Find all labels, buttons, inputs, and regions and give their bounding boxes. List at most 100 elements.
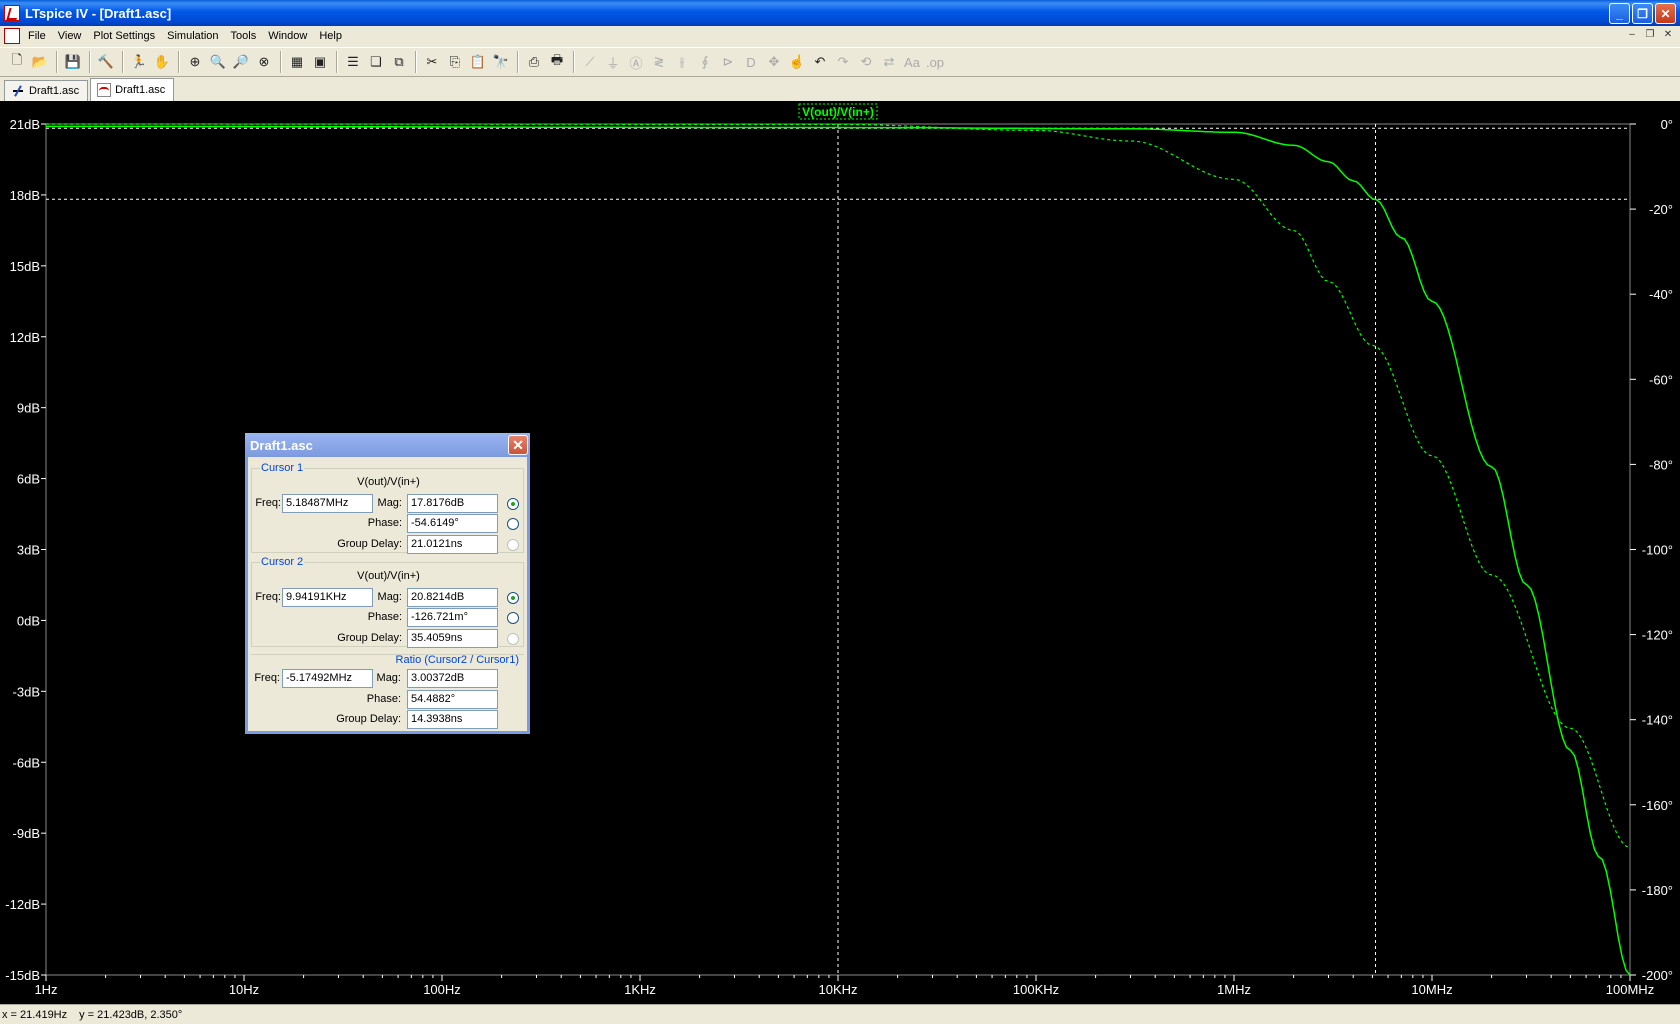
cursor1-mag-field[interactable]: 17.8176dB <box>407 494 498 513</box>
window-title: LTspice IV - [Draft1.asc] <box>25 5 172 21</box>
menu-help[interactable]: Help <box>313 30 348 42</box>
cursor1-mag-radio[interactable] <box>507 498 519 510</box>
print-setup-icon[interactable]: ⎙ <box>523 51 545 73</box>
halt-icon[interactable]: ✋ <box>151 51 173 73</box>
tab-schematic[interactable]: Draft1.asc <box>4 80 89 101</box>
ratio-gd-field[interactable]: 14.3938ns <box>407 710 498 729</box>
zoom-out-icon[interactable]: 🔎 <box>230 51 252 73</box>
cut-icon[interactable]: ✂ <box>421 51 443 73</box>
ratio-phase-field[interactable]: 54.4882° <box>407 690 498 709</box>
cursor2-gd-radio[interactable] <box>507 633 519 645</box>
paste-icon[interactable]: 📋 <box>467 51 489 73</box>
print-icon[interactable]: 🖶 <box>546 51 568 73</box>
menu-simulation[interactable]: Simulation <box>161 30 224 42</box>
tile-horizontal-icon[interactable]: ☰ <box>342 51 364 73</box>
find-icon[interactable]: 🔭 <box>490 51 512 73</box>
tab-label: Draft1.asc <box>115 84 166 96</box>
cursor2-freq-field[interactable]: 9.94191KHz <box>282 588 373 607</box>
control-panel-icon[interactable]: 🔨 <box>95 51 117 73</box>
rotate-icon[interactable]: ⟲ <box>855 51 877 73</box>
maximize-button[interactable]: ❐ <box>1632 3 1653 24</box>
zoom-area-icon[interactable]: ⊕ <box>184 51 206 73</box>
y-right-tick-label: -20° <box>1649 202 1673 217</box>
redo-icon[interactable]: ↷ <box>832 51 854 73</box>
toolbar-separator <box>56 51 58 73</box>
copy-icon[interactable]: ⎘ <box>444 51 466 73</box>
ratio-freq-field[interactable]: -5.17492MHz <box>282 669 373 688</box>
mdi-restore-button[interactable]: ❐ <box>1642 28 1658 42</box>
menu-bar: File View Plot Settings Simulation Tools… <box>0 26 1680 46</box>
autorange-icon[interactable]: ▦ <box>286 51 308 73</box>
y-right-tick-label: -120° <box>1642 628 1673 643</box>
x-tick-label: 1MHz <box>1217 982 1251 997</box>
cursor2-mag-radio[interactable] <box>507 592 519 604</box>
mdi-close-button[interactable]: ✕ <box>1660 28 1676 42</box>
undo-icon[interactable]: ↶ <box>809 51 831 73</box>
zoom-in-icon[interactable]: 🔍 <box>207 51 229 73</box>
spice-directive-icon[interactable]: .op <box>924 51 946 73</box>
label-icon[interactable]: Ⓐ <box>625 51 647 73</box>
resistor-icon[interactable]: ≷ <box>648 51 670 73</box>
cursor1-group: Cursor 1 V(out)/V(in+) Freq: 5.18487MHz … <box>251 462 524 554</box>
cascade-icon[interactable]: ❏ <box>365 51 387 73</box>
inductor-icon[interactable]: ∮ <box>694 51 716 73</box>
mark-data-icon[interactable]: ▣ <box>309 51 331 73</box>
move-icon[interactable]: ✥ <box>763 51 785 73</box>
zoom-fit-icon[interactable]: ⊗ <box>253 51 275 73</box>
cursor1-phase-label: Phase: <box>367 517 402 529</box>
menu-plot-settings[interactable]: Plot Settings <box>87 30 161 42</box>
status-y: y = 21.423dB, 2.350° <box>79 1008 183 1021</box>
toolbar-separator <box>89 51 91 73</box>
document-icon[interactable] <box>4 28 20 44</box>
tab-waveform[interactable]: Draft1.asc <box>90 78 175 101</box>
cursor1-phase-radio[interactable] <box>507 518 519 530</box>
new-schematic-icon[interactable]: 🗋 <box>6 51 28 73</box>
y-left-tick-label: -3dB <box>13 684 40 699</box>
y-left-tick-label: -15dB <box>5 968 40 983</box>
save-icon[interactable]: 💾 <box>62 51 84 73</box>
cursor2-phase-label: Phase: <box>367 611 402 623</box>
cursor2-gd-field[interactable]: 35.4059ns <box>407 629 498 648</box>
cursor2-mag-field[interactable]: 20.8214dB <box>407 588 498 607</box>
tile-vertical-icon[interactable]: ⧉ <box>388 51 410 73</box>
ratio-mag-field[interactable]: 3.00372dB <box>407 669 498 688</box>
menu-tools[interactable]: Tools <box>225 30 263 42</box>
menu-view[interactable]: View <box>52 30 88 42</box>
cursor1-gd-radio[interactable] <box>507 539 519 551</box>
cursor1-gd-field[interactable]: 21.0121ns <box>407 535 498 554</box>
mirror-icon[interactable]: ⇄ <box>878 51 900 73</box>
y-left-tick-label: -9dB <box>13 826 40 841</box>
cursor2-phase-field[interactable]: -126.721m° <box>407 608 498 627</box>
y-right-tick-label: -40° <box>1649 287 1673 302</box>
toolbar: 🗋 📂 💾 🔨 🏃 ✋ ⊕ 🔍 🔎 ⊗ ▦ ▣ ☰ ❏ ⧉ ✂ ⎘ 📋 🔭 ⎙ 🖶 ⟋ ⏚ Ⓐ ≷ ⫲ ∮ ⊳ D ✥ ☝ ↶ ↷ ⟲ ⇄ Aa .op <box>0 47 1680 77</box>
cursor2-mag-label: Mag: <box>377 591 402 603</box>
toolbar-separator <box>573 51 575 73</box>
ltspice-app-icon[interactable] <box>4 5 20 21</box>
trace-label[interactable]: V(out)/V(in+) <box>802 105 874 119</box>
ground-icon[interactable]: ⏚ <box>602 51 624 73</box>
y-left-tick-label: 0dB <box>17 613 40 628</box>
y-right-tick-label: -160° <box>1642 798 1673 813</box>
mdi-minimize-button[interactable]: – <box>1624 28 1640 42</box>
minimize-button[interactable]: _ <box>1609 3 1630 24</box>
close-button[interactable]: ✕ <box>1655 3 1676 24</box>
cursor-panel-close-button[interactable]: ✕ <box>508 435 528 455</box>
schematic-icon <box>11 84 25 98</box>
x-tick-label: 100KHz <box>1013 982 1059 997</box>
cursor1-phase-field[interactable]: -54.6149° <box>407 514 498 533</box>
cursor2-phase-radio[interactable] <box>507 612 519 624</box>
component-icon[interactable]: D <box>740 51 762 73</box>
menu-window[interactable]: Window <box>262 30 313 42</box>
wire-icon[interactable]: ⟋ <box>579 51 601 73</box>
open-icon[interactable]: 📂 <box>29 51 51 73</box>
menu-file[interactable]: File <box>22 30 52 42</box>
cursor-panel-titlebar[interactable]: Draft1.asc ✕ <box>245 433 530 457</box>
run-icon[interactable]: 🏃 <box>128 51 150 73</box>
text-icon[interactable]: Aa <box>901 51 923 73</box>
x-tick-label: 10Hz <box>229 982 259 997</box>
cursor1-freq-field[interactable]: 5.18487MHz <box>282 494 373 513</box>
capacitor-icon[interactable]: ⫲ <box>671 51 693 73</box>
x-tick-label: 1KHz <box>624 982 656 997</box>
diode-icon[interactable]: ⊳ <box>717 51 739 73</box>
drag-icon[interactable]: ☝ <box>786 51 808 73</box>
